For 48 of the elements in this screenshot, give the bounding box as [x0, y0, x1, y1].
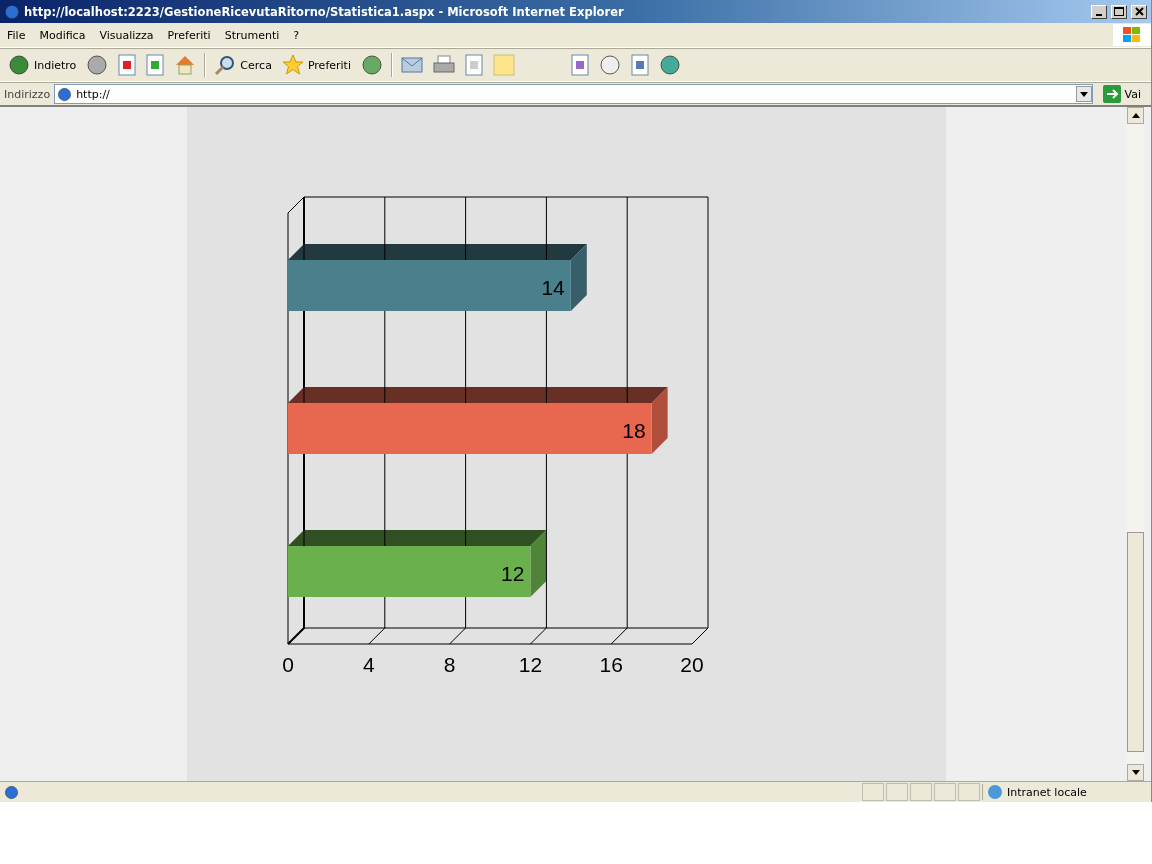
minimize-button[interactable] [1091, 4, 1107, 19]
status-pane [886, 783, 908, 801]
maximize-button[interactable] [1111, 4, 1127, 19]
house-icon [174, 54, 197, 76]
address-value: http:// [76, 87, 110, 101]
star-icon [281, 54, 304, 76]
status-pane [934, 783, 956, 801]
scroll-up-icon [1131, 113, 1140, 118]
window-title: http://localhost:2223/GestioneRicevutaRitorno/Statistica1.aspx - Microsoft Internet Explorer [24, 4, 625, 19]
back-button[interactable]: Indietro [6, 51, 79, 79]
axis-tick-label: 16 [599, 653, 623, 676]
scrollbar-thumb[interactable] [1127, 532, 1144, 752]
data-label: 18 [622, 419, 646, 442]
address-field[interactable]: http:// [54, 84, 1093, 104]
note-icon [492, 54, 515, 76]
menu-item[interactable]: Preferiti [160, 28, 218, 42]
data-label: 14 [541, 276, 565, 299]
favorites-button[interactable]: Preferiti [279, 51, 353, 79]
envelope-icon [400, 56, 423, 74]
vertical-scrollbar[interactable] [1127, 107, 1144, 781]
axis-tick-label: 12 [518, 653, 543, 676]
close-icon [1134, 7, 1144, 16]
status-pane [958, 783, 980, 801]
data-label: 12 [501, 562, 525, 585]
search-icon [214, 54, 237, 76]
scroll-down-icon [1131, 770, 1140, 775]
menu-item[interactable]: File [0, 28, 33, 42]
menu-item[interactable]: Modifica [32, 28, 93, 42]
status-pane [862, 783, 884, 801]
axis-tick-label: 4 [362, 653, 375, 676]
search-button[interactable]: Cerca [212, 51, 274, 79]
zone-label: Intranet locale [982, 784, 1147, 800]
menu-item[interactable]: Strumenti [217, 28, 287, 42]
flag-logo-icon [1122, 26, 1142, 44]
dropdown-icon[interactable] [1075, 86, 1092, 102]
printer-icon [432, 55, 455, 75]
maximize-icon [1114, 7, 1124, 16]
axis-tick-label: 8 [443, 653, 456, 676]
menu-item[interactable]: ? [286, 28, 307, 42]
axis-tick-label: 20 [680, 653, 704, 676]
axis-tick-label: 0 [282, 653, 294, 676]
status-pane [910, 783, 932, 801]
menu-item[interactable]: Visualizza [92, 28, 161, 42]
arrow-right-icon [1102, 85, 1121, 103]
minimize-icon [1096, 13, 1102, 16]
address-label: Indirizzo [4, 87, 51, 101]
close-button[interactable] [1131, 4, 1147, 19]
go-button[interactable]: Vai [1096, 85, 1147, 103]
